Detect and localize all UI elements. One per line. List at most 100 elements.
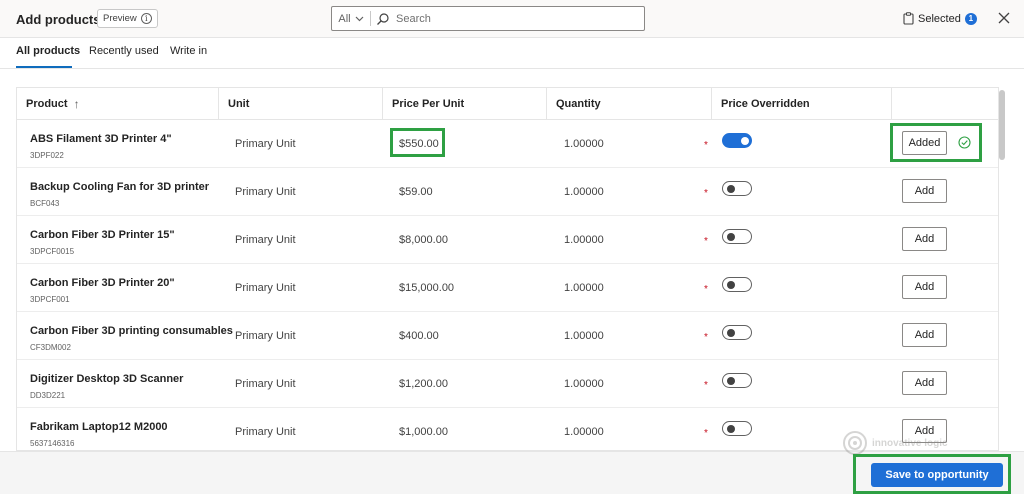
add-button[interactable]: Add <box>902 179 947 203</box>
tab-bar: All products Recently used Write in <box>0 38 1024 69</box>
table-row[interactable]: Backup Cooling Fan for 3D printer BCF043 P… <box>17 168 998 216</box>
toggle-knob <box>727 377 735 385</box>
quantity-cell[interactable]: 1.00000 <box>564 186 604 198</box>
grid-scrollbar[interactable] <box>999 90 1005 160</box>
selected-items-button[interactable]: Selected 1 <box>903 12 977 25</box>
unit-cell[interactable]: Primary Unit <box>235 282 296 294</box>
required-indicator: * <box>704 332 708 343</box>
unit-cell[interactable]: Primary Unit <box>235 138 296 150</box>
unit-cell[interactable]: Primary Unit <box>235 234 296 246</box>
required-indicator: * <box>704 140 708 151</box>
sort-ascending-icon: ↑ <box>73 97 80 111</box>
product-name: Carbon Fiber 3D Printer 20" <box>30 277 175 289</box>
column-header-price-overridden[interactable]: Price Overridden <box>712 88 892 120</box>
price-overridden-toggle[interactable] <box>722 325 752 340</box>
add-button[interactable]: Add <box>902 227 947 251</box>
info-icon[interactable]: i <box>140 13 152 24</box>
toggle-knob <box>727 329 735 337</box>
watermark-logo-icon <box>843 431 867 455</box>
watermark: innovative logic <box>842 430 948 456</box>
clipboard-icon <box>903 12 914 25</box>
search-input[interactable] <box>396 12 616 25</box>
price-per-unit-cell[interactable]: $400.00 <box>399 330 439 342</box>
unit-cell[interactable]: Primary Unit <box>235 186 296 198</box>
table-row[interactable]: Carbon Fiber 3D Printer 15" 3DPCF0015 Prim… <box>17 216 998 264</box>
price-per-unit-cell[interactable]: $8,000.00 <box>399 234 448 246</box>
tab-write-in[interactable]: Write in <box>170 45 207 57</box>
column-override-label: Price Overridden <box>721 98 810 110</box>
product-name: ABS Filament 3D Printer 4" <box>30 133 172 145</box>
product-code: 5637146316 <box>30 439 75 448</box>
price-per-unit-cell[interactable]: $1,000.00 <box>399 426 448 438</box>
add-button[interactable]: Add <box>902 371 947 395</box>
product-name: Digitizer Desktop 3D Scanner <box>30 373 184 385</box>
product-name: Backup Cooling Fan for 3D printer <box>30 181 210 193</box>
toggle-knob <box>727 281 735 289</box>
price-overridden-toggle[interactable] <box>722 277 752 292</box>
product-code: CF3DM002 <box>30 343 71 352</box>
add-button[interactable]: Add <box>902 323 947 347</box>
quantity-cell[interactable]: 1.00000 <box>564 234 604 246</box>
column-header-action <box>892 88 998 120</box>
search-icon <box>377 12 389 25</box>
selected-label: Selected <box>918 12 961 25</box>
highlight-price-box <box>390 128 445 157</box>
selected-count-badge: 1 <box>964 12 977 25</box>
unit-cell[interactable]: Primary Unit <box>235 330 296 342</box>
grid-header: Product ↑ Unit Price Per Unit Quantity P… <box>17 88 998 120</box>
table-row[interactable]: Digitizer Desktop 3D Scanner DD3D221 Prima… <box>17 360 998 408</box>
product-code: 3DPCF001 <box>30 295 70 304</box>
column-header-unit[interactable]: Unit <box>219 88 383 120</box>
search-scope-dropdown[interactable]: All <box>332 7 370 30</box>
quantity-cell[interactable]: 1.00000 <box>564 282 604 294</box>
quantity-cell[interactable]: 1.00000 <box>564 426 604 438</box>
search-scope-label: All <box>338 12 351 25</box>
required-indicator: * <box>704 380 708 391</box>
search-divider <box>370 11 371 26</box>
tab-all-products[interactable]: All products <box>16 45 80 57</box>
watermark-text: innovative logic <box>872 437 948 449</box>
price-per-unit-cell[interactable]: $15,000.00 <box>399 282 454 294</box>
column-product-label: Product <box>26 98 68 110</box>
table-row[interactable]: Carbon Fiber 3D printing consumables CF3D… <box>17 312 998 360</box>
preview-label: Preview <box>103 13 137 24</box>
chevron-down-icon <box>355 16 364 21</box>
column-unit-label: Unit <box>228 98 250 110</box>
unit-cell[interactable]: Primary Unit <box>235 426 296 438</box>
product-code: 3DPCF0015 <box>30 247 75 256</box>
column-header-quantity[interactable]: Quantity <box>547 88 712 120</box>
toggle-knob <box>727 185 735 193</box>
table-row[interactable]: Carbon Fiber 3D Printer 20" 3DPCF001 Prima… <box>17 264 998 312</box>
price-per-unit-cell[interactable]: $1,200.00 <box>399 378 448 390</box>
quantity-cell[interactable]: 1.00000 <box>564 378 604 390</box>
product-code: 3DPF022 <box>30 151 64 160</box>
table-row[interactable]: ABS Filament 3D Printer 4" 3DPF022 Primary… <box>17 120 998 168</box>
quantity-cell[interactable]: 1.00000 <box>564 138 604 150</box>
price-overridden-toggle[interactable] <box>722 133 752 148</box>
highlight-save-box <box>853 454 1011 494</box>
product-name: Fabrikam Laptop12 M2000 <box>30 421 168 433</box>
price-per-unit-cell[interactable]: $59.00 <box>399 186 433 198</box>
column-price-label: Price Per Unit <box>392 98 465 110</box>
preview-badge[interactable]: Preview i <box>97 9 158 28</box>
quantity-cell[interactable]: 1.00000 <box>564 330 604 342</box>
price-overridden-toggle[interactable] <box>722 229 752 244</box>
column-header-price[interactable]: Price Per Unit <box>383 88 547 120</box>
tab-recently-used[interactable]: Recently used <box>89 45 159 57</box>
price-overridden-toggle[interactable] <box>722 373 752 388</box>
unit-cell[interactable]: Primary Unit <box>235 378 296 390</box>
close-icon[interactable] <box>996 10 1012 26</box>
toggle-knob <box>741 137 749 145</box>
required-indicator: * <box>704 188 708 199</box>
search-box: All <box>331 6 645 31</box>
add-button[interactable]: Add <box>902 275 947 299</box>
toggle-knob <box>727 233 735 241</box>
highlight-added-box <box>890 123 982 162</box>
dialog-title: Add products <box>16 12 101 27</box>
price-overridden-toggle[interactable] <box>722 181 752 196</box>
product-name: Carbon Fiber 3D Printer 15" <box>30 229 175 241</box>
toggle-knob <box>727 425 735 433</box>
column-header-product[interactable]: Product ↑ <box>17 88 219 120</box>
price-overridden-toggle[interactable] <box>722 421 752 436</box>
product-code: BCF043 <box>30 199 60 208</box>
